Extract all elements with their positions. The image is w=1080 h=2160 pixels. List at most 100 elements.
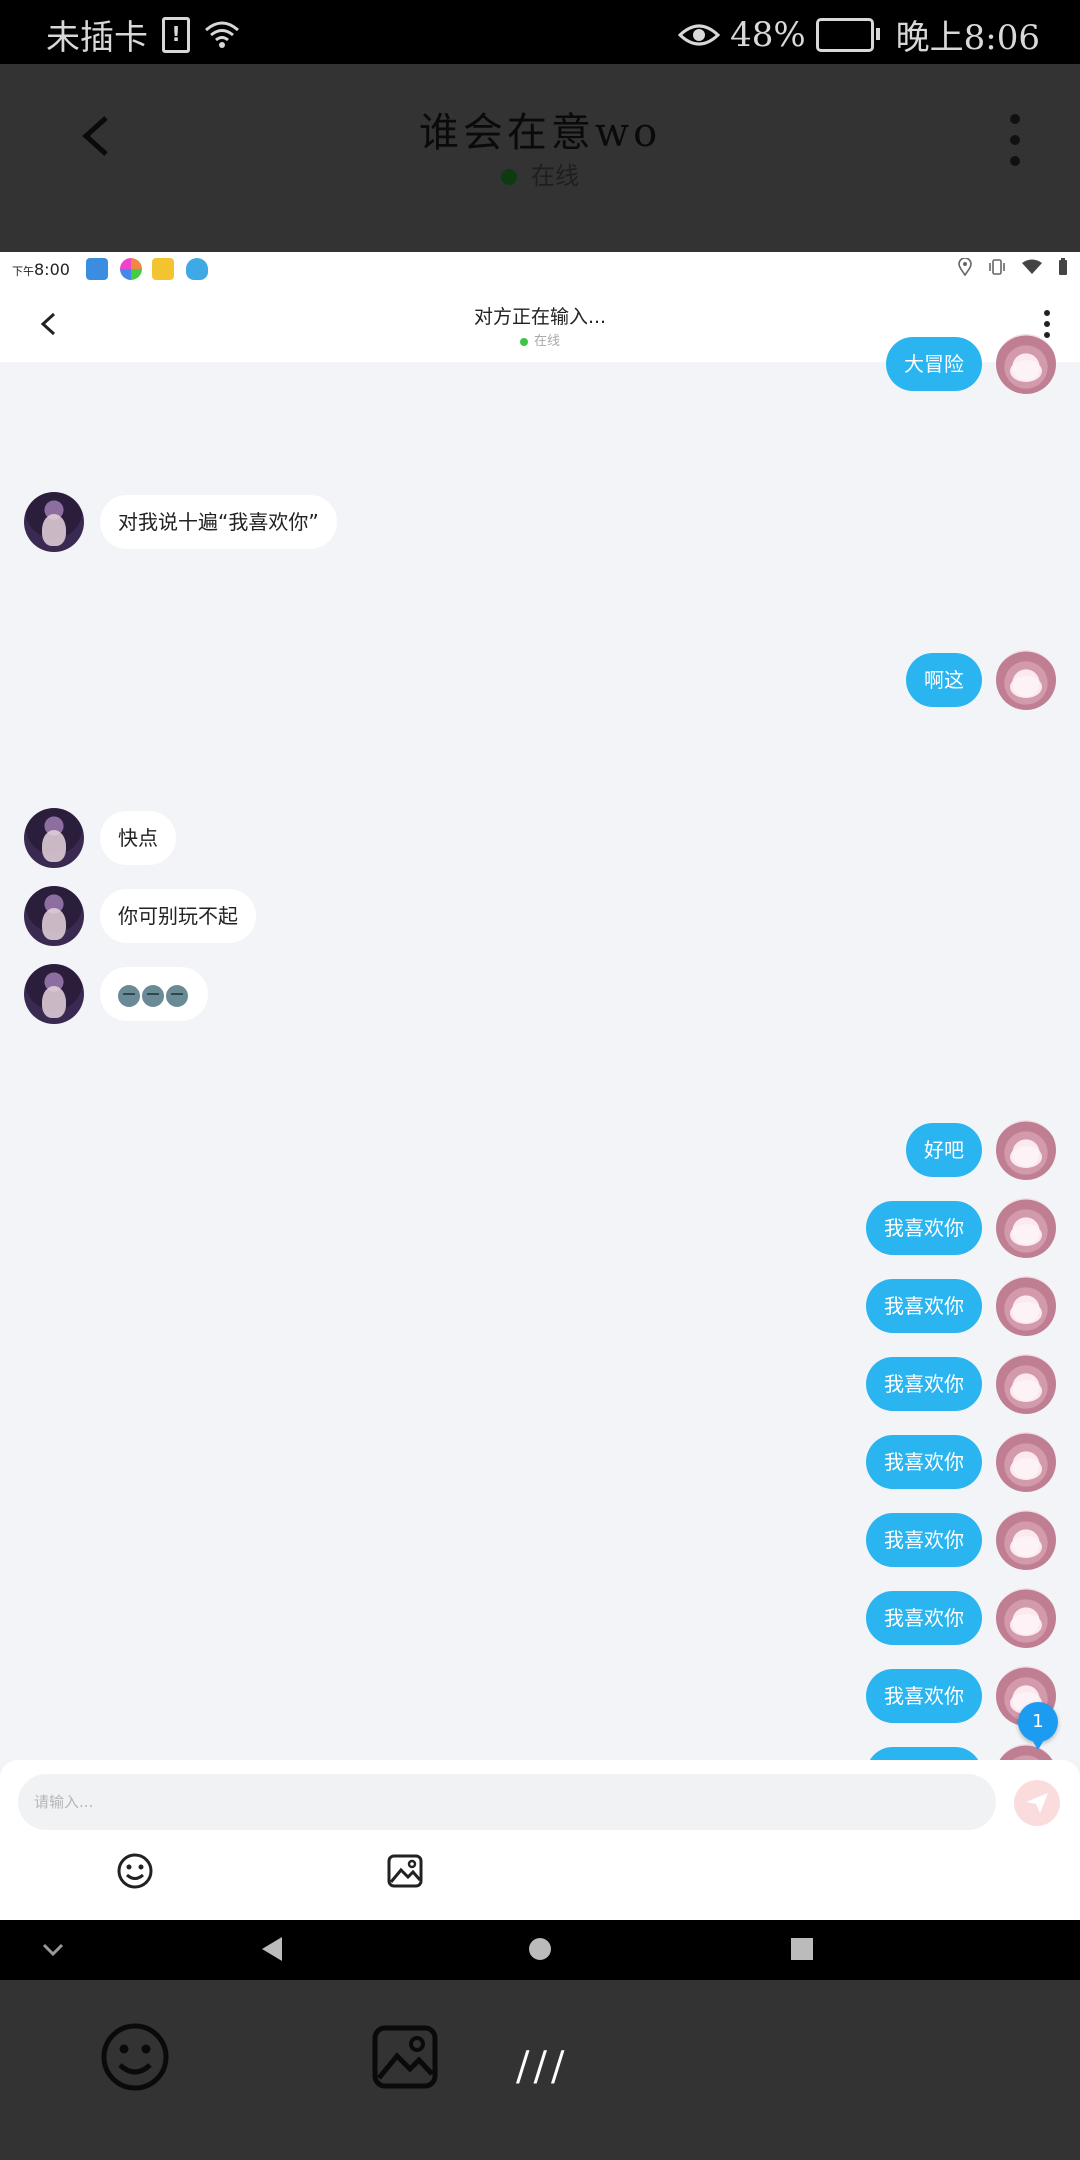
- my-avatar[interactable]: [996, 650, 1056, 710]
- received-message-bubble[interactable]: 快点: [100, 811, 176, 865]
- received-message-bubble[interactable]: [100, 967, 208, 1021]
- wifi-icon: [205, 21, 239, 48]
- image-icon[interactable]: [386, 1852, 424, 1890]
- carrier-text: 未插卡: [46, 18, 148, 58]
- message-row: 我喜欢你: [0, 1510, 1080, 1570]
- received-message-bubble[interactable]: 对我说十遍“我喜欢你”: [100, 495, 337, 549]
- online-dot-icon: [501, 169, 517, 185]
- message-row: 啊这: [0, 650, 1080, 710]
- outer-header: 谁会在意wo 在线: [0, 64, 1080, 252]
- inner-clock: 下午8:00: [12, 260, 70, 279]
- message-text: 对我说十遍“我喜欢你”: [118, 510, 319, 534]
- sent-message-bubble[interactable]: 我喜欢你: [866, 1591, 982, 1645]
- my-avatar[interactable]: [996, 1510, 1056, 1570]
- vibrate-icon: [989, 259, 1005, 275]
- message-text: 我喜欢你: [884, 1450, 964, 1474]
- battery-icon: [815, 17, 880, 52]
- sent-message-bubble[interactable]: 大冒险: [886, 337, 982, 391]
- message-text: 我喜欢你: [884, 1606, 964, 1630]
- sent-message-bubble[interactable]: 啊这: [906, 653, 982, 707]
- my-avatar[interactable]: [996, 1198, 1056, 1258]
- location-icon: [958, 258, 972, 276]
- message-row: 我喜欢你: [0, 1588, 1080, 1648]
- inner-status-bar: 下午8:00: [0, 252, 1080, 288]
- wifi-icon: [1022, 259, 1042, 274]
- outer-more-icon[interactable]: [1010, 114, 1024, 177]
- outer-emoji-icon[interactable]: [100, 2022, 170, 2092]
- battery-icon: [1059, 258, 1067, 275]
- message-text: 好吧: [924, 1138, 964, 1162]
- chat-screenshot: 下午8:00 对方正在输入... 在线 真心话大冒险大冒险对我说十遍“我喜欢你”…: [0, 252, 1080, 1920]
- outer-online-status: 在线: [0, 156, 1080, 191]
- message-row: 我喜欢你: [0, 1198, 1080, 1258]
- outer-image-icon[interactable]: [370, 2022, 440, 2092]
- my-avatar[interactable]: [996, 1588, 1056, 1648]
- message-text: 快点: [118, 826, 158, 850]
- message-row: 对我说十遍“我喜欢你”: [0, 492, 1080, 552]
- sent-message-bubble[interactable]: 我喜欢你: [866, 1669, 982, 1723]
- eye-icon: [678, 24, 721, 45]
- battery-percent: 48%: [730, 14, 806, 55]
- outer-online-text: 在线: [531, 162, 579, 190]
- message-row: [0, 964, 1080, 1024]
- app-notification-icon: [86, 258, 108, 280]
- message-input[interactable]: [18, 1774, 996, 1830]
- my-avatar[interactable]: [996, 1354, 1056, 1414]
- message-text: 你可别玩不起: [118, 904, 238, 928]
- contact-avatar[interactable]: [24, 964, 84, 1024]
- message-text: 大冒险: [904, 352, 964, 376]
- send-button[interactable]: [1014, 1780, 1060, 1826]
- emoji-icon[interactable]: [116, 1852, 154, 1890]
- my-avatar[interactable]: [996, 1432, 1056, 1492]
- sent-message-bubble[interactable]: 好吧: [906, 1123, 982, 1177]
- chat-title: 对方正在输入...: [473, 306, 607, 328]
- contact-avatar[interactable]: [24, 886, 84, 946]
- nav-hide-icon[interactable]: [42, 1942, 64, 1958]
- message-row: 好吧: [0, 1120, 1080, 1180]
- emoji-icon: [166, 984, 188, 1007]
- contact-avatar[interactable]: [24, 808, 84, 868]
- message-row: 你可别玩不起: [0, 886, 1080, 946]
- outer-status-bar: 未插卡 ! 48% 晚上8:06: [0, 0, 1080, 64]
- emoji-icon: [142, 984, 164, 1007]
- outer-clock: 晚上8:06: [895, 18, 1040, 58]
- my-avatar[interactable]: [996, 334, 1056, 394]
- contact-avatar[interactable]: [24, 492, 84, 552]
- message-row: 我喜欢你: [0, 1666, 1080, 1726]
- message-row: 我喜欢你: [0, 1276, 1080, 1336]
- message-row: 快点: [0, 808, 1080, 868]
- app-notification-icon: [186, 258, 208, 280]
- inner-time: 8:00: [34, 260, 70, 279]
- message-text: 啊这: [924, 668, 964, 692]
- my-avatar[interactable]: [996, 1276, 1056, 1336]
- outer-bottom-toolbar: ///: [0, 1980, 1080, 2160]
- screen: 未插卡 ! 48% 晚上8:06 谁会在意wo 在线 下午8:00 对方正在输入…: [0, 0, 1080, 2160]
- emoji-icon: [118, 984, 140, 1007]
- message-row: 大冒险: [0, 334, 1080, 394]
- inner-ampm: 下午: [12, 265, 34, 278]
- sent-message-bubble[interactable]: 我喜欢你: [866, 1279, 982, 1333]
- sim-alert-icon: !: [162, 16, 190, 53]
- received-message-bubble[interactable]: 你可别玩不起: [100, 889, 256, 943]
- sent-message-bubble[interactable]: 我喜欢你: [866, 1357, 982, 1411]
- nav-back-icon[interactable]: [260, 1936, 284, 1962]
- message-text: 我喜欢你: [884, 1216, 964, 1240]
- message-row: 我喜欢你: [0, 1432, 1080, 1492]
- nav-home-icon[interactable]: [528, 1936, 552, 1962]
- sent-message-bubble[interactable]: 我喜欢你: [866, 1201, 982, 1255]
- outer-chat-title: 谁会在意wo: [418, 110, 662, 156]
- message-text: 我喜欢你: [884, 1528, 964, 1552]
- message-text: 我喜欢你: [884, 1294, 964, 1318]
- system-nav-bar: [0, 1920, 1080, 1980]
- unread-badge[interactable]: 1: [1018, 1702, 1058, 1750]
- nav-recents-icon[interactable]: [790, 1936, 814, 1962]
- bottom-handle: ///: [516, 2044, 569, 2090]
- app-notification-icon: [120, 258, 142, 280]
- input-area: [0, 1760, 1080, 1920]
- app-notification-icon: [152, 258, 174, 280]
- sent-message-bubble[interactable]: 我喜欢你: [866, 1513, 982, 1567]
- message-row: 我喜欢你: [0, 1354, 1080, 1414]
- message-text: 我喜欢你: [884, 1684, 964, 1708]
- my-avatar[interactable]: [996, 1120, 1056, 1180]
- sent-message-bubble[interactable]: 我喜欢你: [866, 1435, 982, 1489]
